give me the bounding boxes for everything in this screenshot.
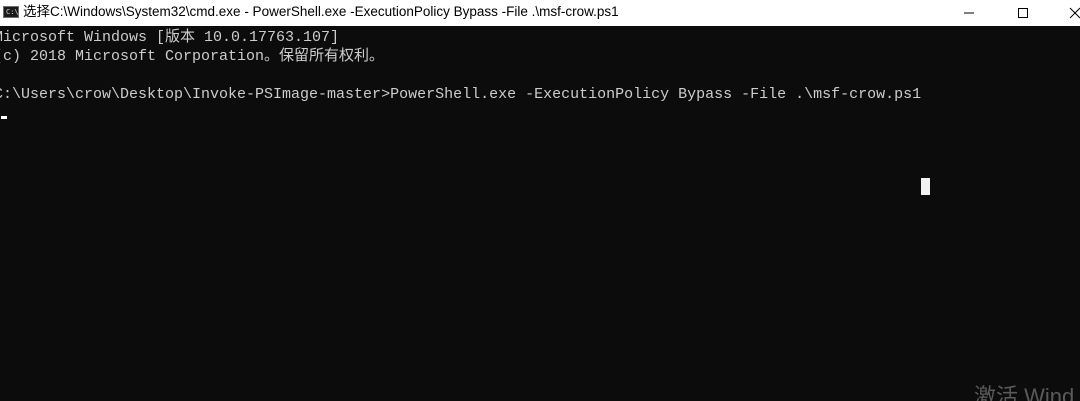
close-icon <box>1069 7 1080 19</box>
console-area[interactable]: Microsoft Windows [版本 10.0.17763.107] (c… <box>0 26 1080 401</box>
close-button[interactable] <box>1052 0 1080 26</box>
console-line-command: C:\Users\crow\Desktop\Invoke-PSImage-mas… <box>0 86 922 103</box>
cmd-window: C:\ 选择C:\Windows\System32\cmd.exe - Powe… <box>0 0 1080 401</box>
cmd-icon[interactable]: C:\ <box>3 6 19 18</box>
title-bar[interactable]: C:\ 选择C:\Windows\System32\cmd.exe - Powe… <box>0 0 1080 26</box>
maximize-icon <box>1018 8 1028 18</box>
window-title: 选择C:\Windows\System32\cmd.exe - PowerShe… <box>23 4 619 19</box>
text-cursor <box>1 116 7 119</box>
activation-watermark: 激活 Wind <box>974 384 1075 401</box>
maximize-button[interactable] <box>1000 0 1046 26</box>
console-line-copyright: (c) 2018 Microsoft Corporation。保留所有权利。 <box>0 48 385 65</box>
minimize-button[interactable] <box>946 0 992 26</box>
minimize-icon <box>964 12 974 14</box>
mouse-cursor-block <box>921 178 930 195</box>
console-line-version: Microsoft Windows [版本 10.0.17763.107] <box>0 29 340 46</box>
